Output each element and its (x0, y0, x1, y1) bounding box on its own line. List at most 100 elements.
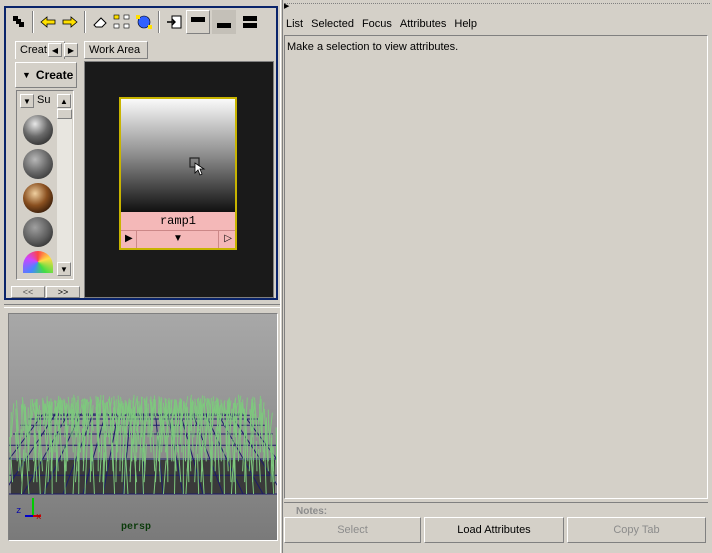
vertical-splitter[interactable] (280, 0, 283, 553)
material-swatch-anisotropic[interactable] (23, 183, 53, 213)
prev-tab-button[interactable]: << (11, 286, 45, 298)
output-port-icon[interactable]: ▷ (224, 233, 232, 244)
list-scrollbar[interactable]: ▲ ▼ (57, 94, 72, 276)
select-button[interactable]: Select (284, 517, 421, 543)
grass-strand (10, 403, 15, 438)
grass-strand (150, 401, 153, 438)
toolbar-separator (84, 11, 86, 33)
perspective-viewport[interactable]: z x persp (8, 313, 278, 541)
input-output-button[interactable] (164, 10, 184, 34)
list-filter-dropdown[interactable]: ▼ (20, 94, 34, 108)
eraser-icon (93, 17, 107, 28)
prev-tab-label: << (22, 287, 34, 297)
grass-strand (177, 402, 180, 426)
grass-strand (235, 416, 238, 453)
scroll-down-button[interactable]: ▼ (57, 262, 71, 276)
grass-strand (255, 441, 258, 472)
grass-strand (166, 400, 169, 415)
grass-strand (45, 396, 48, 426)
copy-tab-button[interactable]: Copy Tab (567, 517, 706, 543)
input-arrow-icon (167, 15, 182, 29)
axis-z-label: z (16, 506, 22, 516)
triangle-left-icon: ◀ (51, 45, 59, 55)
list-header-label: Su (37, 94, 51, 106)
rearrange-graph-button[interactable] (112, 10, 132, 34)
tear-off-handle[interactable]: ▶ (284, 3, 710, 12)
grass-strand (223, 447, 225, 495)
cursor-icon (189, 157, 206, 176)
layout-bottom-button[interactable] (212, 10, 236, 34)
layout-split-icon (243, 16, 257, 28)
scroll-thumb[interactable] (57, 109, 72, 119)
grass-strand (51, 401, 53, 419)
grass-strand (149, 425, 152, 453)
material-swatch-lambert[interactable] (23, 149, 53, 179)
layout-split-button[interactable] (238, 10, 262, 34)
triangle-down-icon: ▼ (60, 264, 68, 274)
tab-work-area-label: Work Area (89, 44, 141, 56)
arrow-right-icon (62, 16, 78, 28)
notes-section[interactable]: Notes: (284, 502, 708, 515)
graph-materials-button[interactable] (9, 10, 29, 34)
expand-node-icon[interactable]: ▼ (173, 233, 183, 244)
attribute-editor-menubar: List Selected Focus Attributes Help (286, 18, 485, 34)
toolbar-separator (32, 11, 34, 33)
menu-attributes[interactable]: Attributes (400, 18, 446, 34)
load-attributes-button[interactable]: Load Attributes (424, 517, 564, 543)
collapse-triangle-icon[interactable]: ▶ (284, 2, 289, 10)
material-swatch-blinn[interactable] (23, 115, 53, 145)
select-button-label: Select (337, 524, 368, 536)
grass-strand (136, 422, 139, 453)
tab-scroll-left[interactable]: ◀ (48, 43, 62, 57)
ramp-node[interactable]: ramp1 ▶ ▼ ▷ (119, 97, 237, 250)
graph-network-button[interactable] (134, 10, 154, 34)
menu-list[interactable]: List (286, 18, 303, 34)
triangle-down-icon: ▼ (23, 96, 31, 106)
grass-strand (219, 430, 222, 462)
clear-graph-button[interactable] (90, 10, 110, 34)
toolbar-separator (158, 11, 160, 33)
notes-label: Notes: (296, 506, 328, 515)
grass-strand (88, 402, 91, 419)
create-bar-button[interactable]: ▼ Create (15, 62, 77, 88)
tab-create-label: Creat (20, 44, 47, 56)
create-node-list: ▼ Su ▲ ▼ (16, 90, 74, 280)
layout-top-icon (191, 17, 205, 22)
pane-divider[interactable] (4, 304, 280, 308)
grass-strand (117, 417, 120, 453)
scroll-up-button[interactable]: ▲ (57, 94, 71, 108)
grass-strand (243, 408, 246, 432)
grass-strand (78, 442, 80, 495)
back-button[interactable] (38, 10, 58, 34)
port-divider (218, 231, 219, 248)
triangle-up-icon: ▲ (60, 96, 68, 106)
ramp-node-name: ramp1 (121, 212, 235, 230)
grass-strand (170, 418, 173, 462)
material-swatch-layered[interactable] (23, 217, 53, 247)
grass-strand (190, 421, 194, 453)
next-tab-button[interactable]: >> (46, 286, 80, 298)
create-bar-label: Create (35, 68, 74, 82)
checker-icon (13, 16, 24, 27)
material-swatch-ramp-shader[interactable] (23, 251, 53, 273)
grass-strand (228, 397, 231, 426)
menu-help[interactable]: Help (454, 18, 477, 34)
graph-nodes-icon (113, 14, 130, 29)
triangle-right-icon: ▶ (67, 45, 75, 55)
layout-top-button[interactable] (186, 10, 210, 34)
forward-button[interactable] (60, 10, 80, 34)
menu-selected[interactable]: Selected (311, 18, 354, 34)
tab-work-area[interactable]: Work Area (84, 41, 148, 59)
tab-scroll-right[interactable]: ▶ (64, 43, 78, 57)
layout-bottom-icon (217, 23, 231, 28)
copy-tab-label: Copy Tab (613, 524, 660, 536)
arrow-left-icon (40, 16, 56, 28)
work-area[interactable]: ramp1 ▶ ▼ ▷ (84, 61, 274, 298)
network-icon (136, 15, 152, 29)
empty-selection-message: Make a selection to view attributes. (287, 41, 459, 53)
input-port-icon[interactable]: ▶ (125, 233, 133, 244)
grass-strand (119, 424, 121, 472)
next-tab-label: >> (57, 287, 69, 297)
grass-strand (116, 399, 118, 415)
menu-focus[interactable]: Focus (362, 18, 392, 34)
